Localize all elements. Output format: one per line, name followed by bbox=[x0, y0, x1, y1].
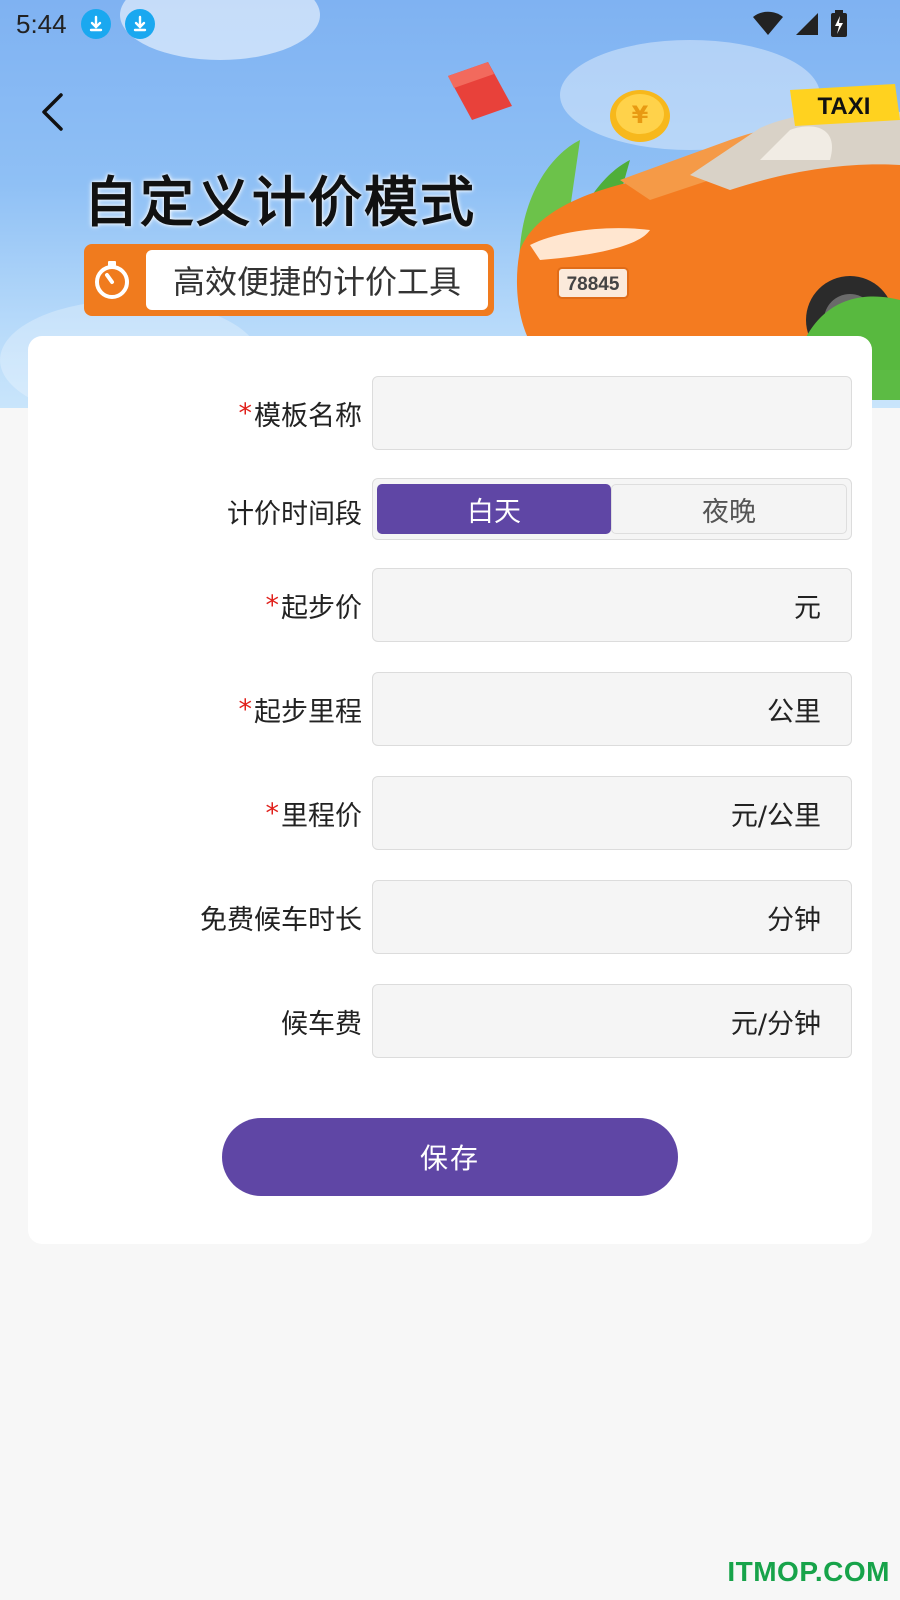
stopwatch-icon bbox=[84, 244, 140, 316]
base-distance-label: * 起步里程 bbox=[238, 693, 363, 728]
status-bar: 5:44 bbox=[0, 0, 900, 48]
status-time: 5:44 bbox=[16, 8, 67, 39]
banner-title: 自定义计价模式 bbox=[84, 171, 476, 234]
distance-price-unit: 元/公里 bbox=[730, 800, 821, 832]
base-price-input[interactable]: 元 bbox=[372, 568, 852, 642]
free-wait-label: 免费候车时长 bbox=[200, 904, 362, 936]
signal-icon bbox=[796, 13, 818, 35]
free-wait-input[interactable]: 分钟 bbox=[372, 880, 852, 954]
required-mark: * bbox=[238, 397, 253, 429]
pricing-period-segmented-control: 白天 夜晚 bbox=[372, 478, 852, 540]
base-price-label: * 起步价 bbox=[265, 589, 363, 624]
battery-charging-icon bbox=[831, 10, 847, 37]
base-distance-row: * 起步里程 公里 bbox=[28, 672, 872, 746]
distance-price-label: * 里程价 bbox=[265, 797, 363, 832]
wait-fee-row: 候车费 元/分钟 bbox=[28, 984, 872, 1058]
period-option-night[interactable]: 夜晚 bbox=[611, 484, 847, 534]
base-distance-unit: 公里 bbox=[767, 696, 821, 728]
wait-fee-label: 候车费 bbox=[281, 1008, 362, 1040]
banner-subtitle: 高效便捷的计价工具 bbox=[146, 250, 488, 310]
save-button[interactable]: 保存 bbox=[222, 1118, 678, 1196]
svg-text:TAXI: TAXI bbox=[818, 93, 871, 120]
back-button[interactable] bbox=[30, 88, 74, 136]
period-option-day[interactable]: 白天 bbox=[377, 484, 611, 534]
download-icon bbox=[124, 9, 155, 39]
required-mark: * bbox=[265, 797, 280, 829]
template-name-input[interactable] bbox=[372, 376, 852, 450]
pricing-period-label: 计价时间段 bbox=[227, 498, 362, 530]
base-price-unit: 元 bbox=[794, 592, 821, 624]
required-mark: * bbox=[265, 589, 280, 621]
wait-fee-unit: 元/分钟 bbox=[730, 1008, 821, 1040]
base-price-row: * 起步价 元 bbox=[28, 568, 872, 642]
template-name-label: * 模板名称 bbox=[238, 397, 363, 432]
banner-subtitle-badge: 高效便捷的计价工具 bbox=[84, 244, 494, 316]
pricing-form-card: * 模板名称 计价时间段 白天 夜晚 * 起步价 元 * 起步里程 公里 * 里… bbox=[28, 336, 872, 1244]
free-wait-row: 免费候车时长 分钟 bbox=[28, 880, 872, 954]
template-name-row: * 模板名称 bbox=[28, 376, 872, 450]
required-mark: * bbox=[238, 693, 253, 725]
svg-text:78845: 78845 bbox=[567, 274, 620, 295]
download-icon bbox=[80, 9, 111, 39]
wifi-icon bbox=[753, 11, 783, 35]
chevron-left-icon bbox=[42, 93, 63, 131]
distance-price-row: * 里程价 元/公里 bbox=[28, 776, 872, 850]
distance-price-input[interactable]: 元/公里 bbox=[372, 776, 852, 850]
pricing-period-row: 计价时间段 白天 夜晚 bbox=[28, 474, 872, 548]
free-wait-unit: 分钟 bbox=[767, 904, 821, 936]
wait-fee-input[interactable]: 元/分钟 bbox=[372, 984, 852, 1058]
watermark: ITMOP.COM bbox=[727, 1556, 890, 1587]
base-distance-input[interactable]: 公里 bbox=[372, 672, 852, 746]
